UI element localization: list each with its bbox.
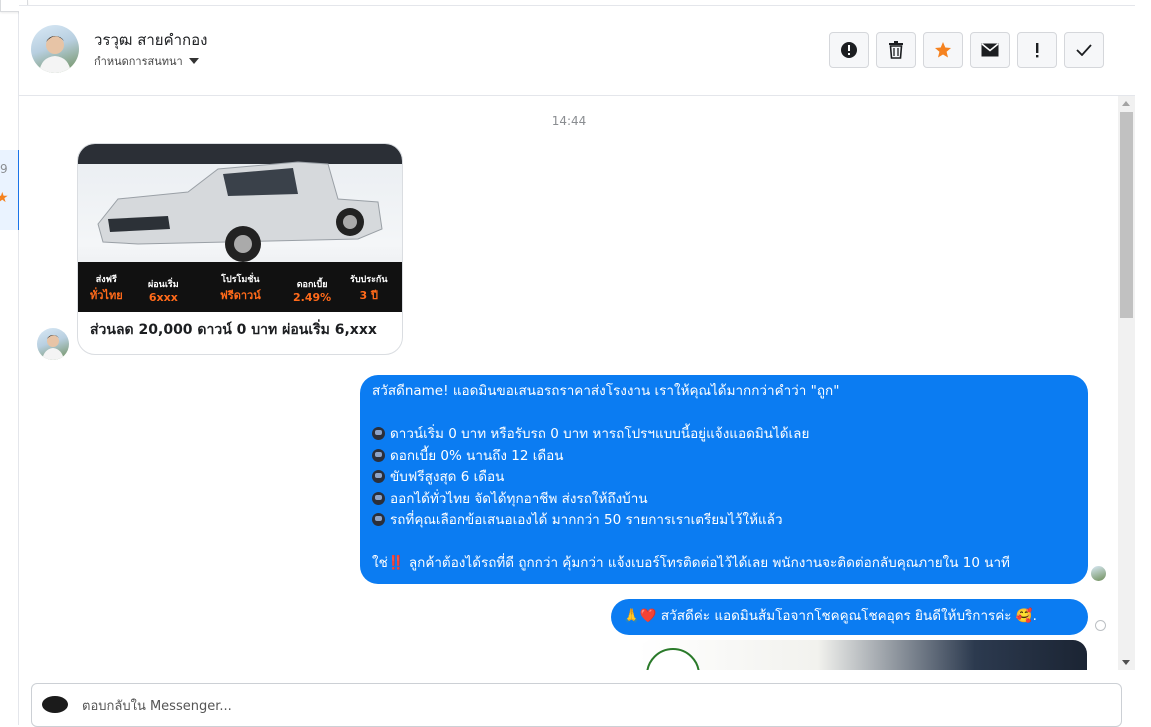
header-actions <box>829 32 1104 68</box>
conversation-header: วรวุฒ สายคำกอง กำหนดการสนทนา <box>19 5 1135 96</box>
robot-emoji-icon <box>372 513 385 526</box>
avatar[interactable] <box>31 25 79 73</box>
robot-emoji-icon <box>372 448 385 462</box>
product-card[interactable]: ส่งฟรี ทั่วไทย ผ่อนเริ่ม 6xxx โปรโมชั่น ฟรี… <box>77 143 403 355</box>
scroll-down-arrow-icon[interactable] <box>1122 660 1130 665</box>
envelope-icon <box>981 43 999 57</box>
conversation-count: 9 <box>0 162 8 176</box>
trash-icon <box>889 41 903 59</box>
assign-conversation-dropdown[interactable]: กำหนดการสนทนา <box>94 52 199 70</box>
list-item: ดาวน์เริ่ม 0 บาท หรือรับรถ 0 บาท หารถโปร… <box>372 424 1076 446</box>
reply-box <box>31 683 1122 727</box>
list-item: ออกได้ทั่วไทย จัดได้ทุกอาชีพ ส่งรถให้ถึง… <box>372 489 1076 511</box>
done-button[interactable] <box>1064 32 1104 68</box>
double-exclamation-emoji: ‼️ <box>387 555 405 571</box>
image-attachment[interactable] <box>638 640 1087 670</box>
truck-image: ส่งฟรี ทั่วไทย ผ่อนเริ่ม 6xxx โปรโมชั่น ฟรี… <box>78 144 402 312</box>
mark-unread-button[interactable] <box>970 32 1010 68</box>
caret-down-icon <box>188 58 199 64</box>
smile-hearts-emoji: 🥰. <box>1015 608 1037 624</box>
brand-logo <box>646 648 700 670</box>
list-item: รถที่คุณเลือกข้อเสนอเองได้ มากกว่า 50 รา… <box>372 510 1076 532</box>
page-logo-icon <box>42 696 68 713</box>
check-icon <box>1076 44 1092 56</box>
promo-bar: ส่งฟรี ทั่วไทย ผ่อนเริ่ม 6xxx โปรโมชั่น ฟรี… <box>78 262 402 312</box>
seen-avatar <box>1091 566 1106 581</box>
outgoing-message: 🙏❤️ สวัสดีค่ะ แอดมินส้มโอจากโชคคูณโชคอุด… <box>611 599 1088 635</box>
star-button[interactable] <box>923 32 963 68</box>
scroll-up-arrow-icon[interactable] <box>1122 101 1130 106</box>
promo-item: โปรโมชั่น ฟรีดาวน์ <box>220 275 261 302</box>
sender-avatar <box>37 328 69 360</box>
robot-emoji-icon <box>372 427 385 440</box>
star-icon <box>935 42 951 58</box>
message-closing: ใช่‼️ ลูกค้าต้องได้รถที่ดี ถูกกว่า คุ้มก… <box>372 555 1010 571</box>
outgoing-message: สวัสดีname! แอดมินขอเสนอรถราคาส่งโรงงาน … <box>360 375 1088 584</box>
promo-item: รับประกัน 3 ปี <box>350 275 388 302</box>
message-thread: 14:44 ส่งฟรี ทั่วไทย ผ่อนเริ่ม 6xxx โปรโมช… <box>19 96 1134 670</box>
robot-emoji-icon <box>372 470 385 483</box>
promo-item: ดอกเบี้ย 2.49% <box>293 280 332 304</box>
alert-circle-icon <box>841 42 857 58</box>
card-caption: ส่วนลด 20,000 ดาวน์ 0 บาท ผ่อนเริ่ม 6,xx… <box>90 322 377 338</box>
chat-scrollbar[interactable] <box>1118 96 1135 670</box>
delete-button[interactable] <box>876 32 916 68</box>
important-button[interactable] <box>1017 32 1057 68</box>
report-spam-button[interactable] <box>829 32 869 68</box>
star-icon: ★ <box>0 190 9 206</box>
promo-item: ส่งฟรี ทั่วไทย <box>90 275 123 302</box>
pray-heart-emoji: 🙏❤️ <box>623 608 657 624</box>
page-edge <box>1136 0 1151 725</box>
reply-input[interactable] <box>80 694 1084 718</box>
exclamation-icon <box>1036 43 1039 58</box>
robot-emoji-icon <box>372 491 385 505</box>
assign-label: กำหนดการสนทนา <box>94 55 183 68</box>
promo-item: ผ่อนเริ่ม 6xxx <box>148 280 179 304</box>
list-item: ดอกเบี้ย 0% นานถึง 12 เดือน <box>372 446 1076 468</box>
list-item: ขับฟรีสูงสุด 6 เดือน <box>372 467 1076 489</box>
message-intro: สวัสดีname! แอดมินขอเสนอรถราคาส่งโรงงาน … <box>372 383 840 399</box>
sent-status-icon <box>1095 620 1106 631</box>
message-timestamp: 14:44 <box>551 114 587 128</box>
conversation-list-edge: 9 ★ <box>0 0 28 725</box>
scroll-thumb[interactable] <box>1120 112 1133 318</box>
contact-name: วรวุฒ สายคำกอง <box>94 31 208 49</box>
